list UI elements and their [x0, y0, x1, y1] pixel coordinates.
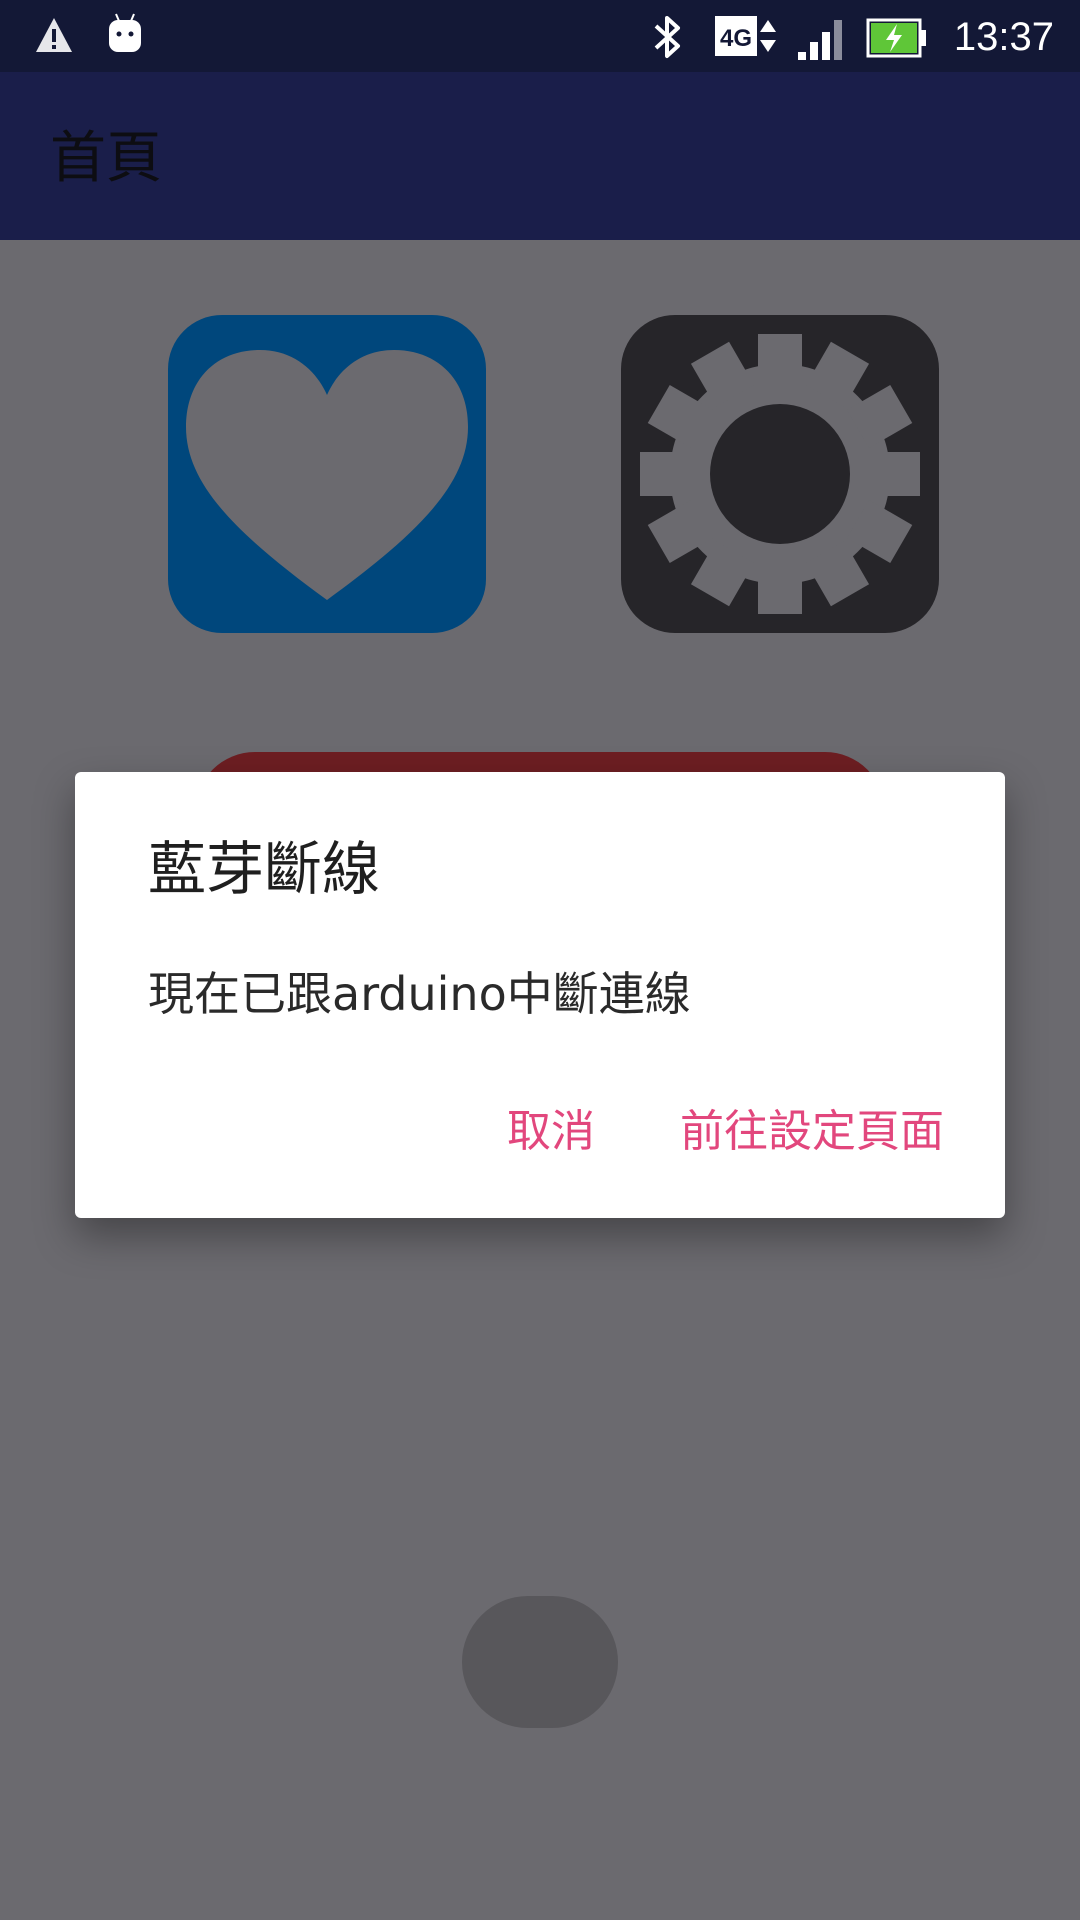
- app-bar: 首頁: [0, 72, 1080, 240]
- status-bar: 4G 13:37: [0, 0, 1080, 72]
- bluetooth-disconnect-dialog: 藍芽斷線 現在已跟arduino中斷連線 取消 前往設定頁面: [75, 772, 1005, 1218]
- cancel-button[interactable]: 取消: [507, 1102, 595, 1162]
- settings-tile[interactable]: [621, 315, 939, 633]
- network-4g-icon: 4G: [715, 16, 776, 56]
- status-time: 13:37: [953, 15, 1054, 59]
- signal-icon: [798, 20, 842, 60]
- battery-charging-icon: [866, 18, 926, 58]
- android-icon: [109, 13, 141, 52]
- dialog-title: 藍芽斷線: [148, 835, 381, 903]
- round-button[interactable]: [462, 1596, 618, 1728]
- heart-icon: [186, 350, 468, 600]
- heart-tile[interactable]: [168, 315, 486, 633]
- page-title: 首頁: [50, 126, 162, 191]
- gear-icon: [640, 334, 920, 614]
- go-to-settings-button[interactable]: 前往設定頁面: [680, 1102, 944, 1162]
- warning-icon: [36, 18, 72, 52]
- dialog-message: 現在已跟arduino中斷連線: [148, 967, 691, 1021]
- svg-text:4G: 4G: [720, 25, 752, 52]
- bluetooth-icon: [654, 16, 680, 58]
